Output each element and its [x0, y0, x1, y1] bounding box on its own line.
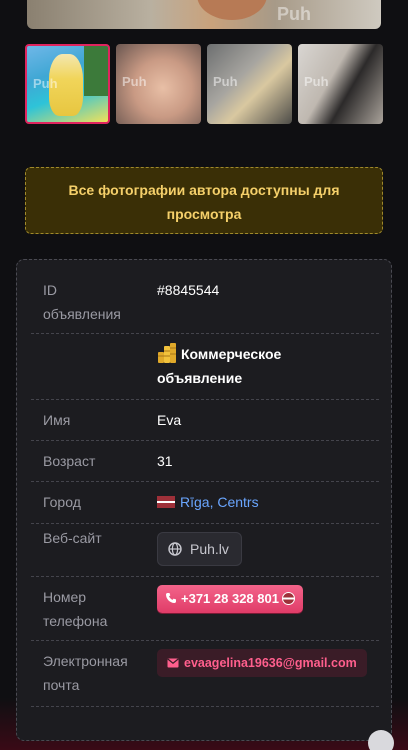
photos-notice: Все фотографии автора доступны для просм…: [25, 167, 383, 234]
phone-icon: [166, 593, 176, 603]
email-value: evaagelina19636@gmail.com: [157, 649, 367, 679]
email-label: Электронная почта: [43, 653, 128, 693]
website-button[interactable]: Puh.lv: [157, 532, 242, 566]
main-photo[interactable]: Puh: [27, 0, 381, 29]
notice-line-1: Все фотографии автора доступны для: [68, 182, 340, 198]
latvia-flag-icon: [157, 496, 175, 508]
name-label: Имя: [43, 412, 71, 428]
row-phone: Номер телефона +371 28 328 801: [31, 577, 379, 641]
phone-button[interactable]: +371 28 328 801: [157, 585, 303, 613]
city-value[interactable]: Rīga, Centrs: [157, 490, 259, 514]
commercial-line-1: Коммерческое: [181, 346, 282, 362]
commercial-line-2: объявление: [157, 370, 243, 386]
website-value: Puh.lv: [157, 532, 277, 568]
thumbnail-watermark: Puh: [122, 74, 147, 89]
row-age: Возраст 31: [31, 441, 379, 482]
commercial-badge: Коммерческое объявление: [157, 342, 337, 390]
scroll-top-button[interactable]: [368, 730, 394, 750]
thumbnail-strip: Puh Puh Puh Puh: [25, 44, 385, 126]
photo-watermark: Puh: [277, 4, 311, 24]
age-value: 31: [157, 453, 173, 469]
row-id: ID объявления #8845544: [31, 274, 379, 334]
row-website: Веб-сайт Puh.lv: [31, 524, 379, 577]
row-city: Город Rīga, Centrs: [31, 482, 379, 524]
name-value: Eva: [157, 412, 182, 428]
thumbnail-watermark: Puh: [33, 76, 58, 91]
thumbnail-1[interactable]: Puh: [25, 44, 110, 124]
website-label: Веб-сайт: [43, 530, 102, 546]
row-name: Имя Eva: [31, 400, 379, 441]
city-label: Город: [43, 494, 81, 510]
thumbnail-watermark: Puh: [213, 74, 238, 89]
email-address: evaagelina19636@gmail.com: [184, 656, 357, 670]
id-value: #8845544: [157, 282, 220, 298]
envelope-icon: [167, 658, 179, 668]
phone-label: Номер телефона: [43, 589, 108, 629]
phone-number: +371 28 328 801: [181, 591, 279, 606]
id-label: ID объявления: [43, 282, 121, 322]
thumbnail-watermark: Puh: [304, 74, 329, 89]
latvia-flag-icon: [281, 592, 295, 605]
row-email: Электронная почта evaagelina19636@gmail.…: [31, 641, 379, 707]
thumbnail-4[interactable]: Puh: [298, 44, 383, 124]
globe-icon: [168, 542, 182, 556]
age-label: Возраст: [43, 453, 96, 469]
website-text: Puh.lv: [190, 541, 229, 557]
thumbnail-2[interactable]: Puh: [116, 44, 201, 124]
notice-line-2: просмотра: [166, 206, 242, 222]
thumbnail-3[interactable]: Puh: [207, 44, 292, 124]
email-button[interactable]: evaagelina19636@gmail.com: [157, 649, 367, 677]
city-link[interactable]: Rīga, Centrs: [180, 494, 259, 510]
row-commercial: Коммерческое объявление: [31, 334, 379, 400]
phone-value: +371 28 328 801: [157, 585, 307, 615]
coins-icon: [158, 343, 176, 363]
details-card: ID объявления #8845544 Коммерческое объя…: [16, 259, 392, 741]
